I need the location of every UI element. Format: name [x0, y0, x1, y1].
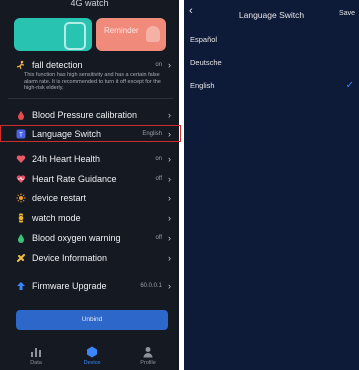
bar-chart-icon	[31, 348, 41, 357]
language-label: Español	[190, 35, 218, 44]
fall-icon	[16, 60, 26, 70]
tab-device[interactable]: Device	[72, 344, 112, 366]
watch-icon	[16, 213, 26, 223]
device-settings-screen: 4G watch Reminder fall detection on › Th…	[0, 0, 181, 370]
row-heart-rate-guidance[interactable]: Heart Rate Guidance off ›	[0, 170, 179, 187]
row-device-restart[interactable]: device restart ›	[0, 189, 179, 206]
chevron-right-icon: ›	[168, 60, 171, 70]
row-blood-oxygen-warning[interactable]: Blood oxygen warning off ›	[0, 229, 179, 246]
reminder-label: Reminder	[104, 26, 139, 35]
row-label: Heart Rate Guidance	[32, 173, 117, 184]
unbind-button[interactable]: Unbind	[16, 310, 168, 330]
row-label: Blood Pressure calibration	[32, 109, 138, 120]
tab-label: Data	[30, 360, 42, 366]
watch-card[interactable]	[14, 18, 92, 51]
row-label: watch mode	[32, 212, 81, 223]
row-24h-heart-health[interactable]: 24h Heart Health on ›	[0, 150, 179, 167]
row-label: Blood oxygen warning	[32, 232, 121, 243]
language-option[interactable]: Español	[184, 29, 359, 51]
chevron-right-icon: ›	[168, 128, 171, 139]
chevron-right-icon: ›	[168, 252, 171, 263]
feature-cards: Reminder	[14, 18, 166, 51]
chevron-right-icon: ›	[168, 153, 171, 164]
chevron-right-icon: ›	[168, 232, 171, 243]
row-label: Firmware Upgrade	[32, 280, 107, 291]
row-label: 24h Heart Health	[32, 153, 101, 164]
row-label: device restart	[32, 192, 87, 203]
chevron-right-icon: ›	[168, 280, 171, 291]
info-icon	[16, 253, 26, 263]
svg-text:T: T	[19, 132, 23, 138]
oxygen-icon	[16, 233, 26, 243]
language-icon: T	[16, 129, 26, 139]
page-title: Language Switch	[238, 10, 305, 20]
save-button[interactable]: Save	[339, 10, 355, 17]
chevron-right-icon: ›	[168, 212, 171, 223]
device-title: 4G watch	[70, 0, 109, 8]
row-label: Device Information	[32, 252, 108, 263]
language-option[interactable]: English ✓	[184, 75, 359, 97]
header: ‹ Language Switch Save	[184, 0, 359, 24]
device-icon	[87, 346, 97, 358]
row-blood-pressure-calibration[interactable]: Blood Pressure calibration ›	[0, 106, 179, 123]
check-icon: ✓	[345, 80, 354, 91]
row-value: 60.0.0.1	[140, 282, 162, 289]
upgrade-icon	[16, 281, 26, 291]
heart-guidance-icon	[16, 174, 26, 184]
tab-data[interactable]: Data	[16, 344, 56, 366]
row-value: off	[155, 175, 162, 182]
divider	[8, 98, 173, 99]
row-value: English	[142, 130, 162, 137]
row-language-switch[interactable]: T Language Switch English ›	[0, 125, 179, 142]
row-device-information[interactable]: Device Information ›	[0, 249, 179, 266]
bell-icon	[146, 26, 160, 42]
language-switch-screen: ‹ Language Switch Save Español Deutsche …	[184, 0, 359, 370]
bottom-tab-bar: Data Device Profile	[0, 344, 179, 370]
chevron-right-icon: ›	[168, 173, 171, 184]
chevron-right-icon: ›	[168, 192, 171, 203]
row-firmware-upgrade[interactable]: Firmware Upgrade 60.0.0.1 ›	[0, 277, 179, 294]
row-value: on	[155, 62, 162, 68]
language-option[interactable]: Deutsche	[184, 52, 359, 74]
row-label: fall detection	[32, 60, 83, 70]
tab-label: Profile	[140, 360, 156, 366]
language-label: English	[190, 81, 215, 90]
person-icon	[143, 347, 153, 358]
tab-profile[interactable]: Profile	[128, 344, 168, 366]
heart-icon	[16, 154, 26, 164]
blood-pressure-icon	[16, 110, 26, 120]
reminder-card[interactable]: Reminder	[96, 18, 166, 51]
tab-label: Device	[83, 360, 101, 366]
row-value: on	[155, 155, 162, 162]
row-watch-mode[interactable]: watch mode ›	[0, 209, 179, 226]
row-label: Language Switch	[32, 128, 102, 139]
language-label: Deutsche	[190, 58, 222, 67]
watch-icon	[64, 22, 86, 50]
row-value: off	[155, 234, 162, 241]
chevron-right-icon: ›	[168, 109, 171, 120]
restart-icon	[16, 193, 26, 203]
fall-detection-description: This function has high sensitivity and h…	[24, 72, 161, 91]
